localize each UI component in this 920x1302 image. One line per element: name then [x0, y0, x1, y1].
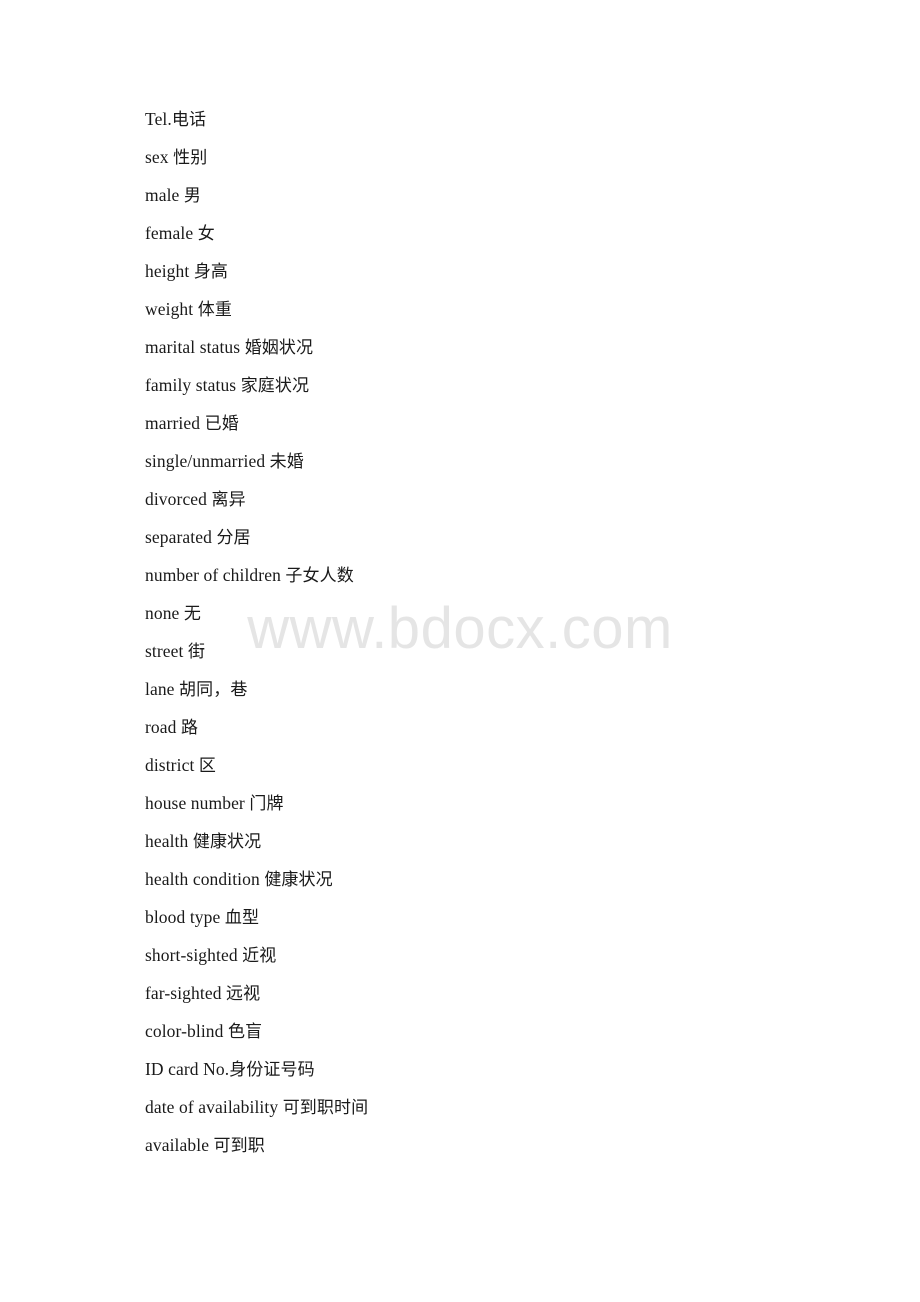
- document-page: www.bdocx.com Tel.电话 sex 性别 male 男 female 女…: [0, 0, 920, 1302]
- term-english: weight: [145, 299, 198, 319]
- term-english: none: [145, 603, 184, 623]
- vocabulary-line: health condition 健康状况: [145, 860, 885, 898]
- term-chinese: 健康状况: [192, 832, 262, 852]
- term-english: height: [145, 261, 194, 281]
- term-chinese: 无: [183, 604, 202, 624]
- term-english: divorced: [145, 489, 212, 509]
- term-chinese: 女: [197, 224, 215, 244]
- term-chinese: 健康状况: [264, 870, 333, 890]
- vocabulary-line: Tel.电话: [145, 100, 885, 138]
- term-english: district: [145, 755, 199, 775]
- term-chinese: 街: [187, 642, 206, 662]
- term-english: street: [145, 641, 188, 661]
- vocabulary-line: road 路: [145, 708, 885, 746]
- vocabulary-line: color-blind 色盲: [145, 1012, 885, 1050]
- term-chinese: 路: [180, 718, 199, 738]
- term-english: single/unmarried: [145, 451, 270, 471]
- term-chinese: 已婚: [204, 414, 239, 434]
- vocabulary-list: Tel.电话 sex 性别 male 男 female 女 height 身高 weigh…: [145, 100, 885, 1164]
- vocabulary-line: short-sighted 近视: [145, 936, 885, 974]
- term-english: date of availability: [145, 1097, 283, 1117]
- term-english: house number: [145, 793, 250, 813]
- term-english: road: [145, 717, 181, 737]
- term-chinese: 身高: [193, 262, 229, 282]
- term-english: lane: [145, 679, 180, 699]
- term-chinese: 色盲: [227, 1022, 263, 1042]
- term-english: blood type: [145, 907, 225, 927]
- term-english: sex: [145, 147, 174, 167]
- vocabulary-line: marital status 婚姻状况: [145, 328, 885, 366]
- term-chinese: 家庭状况: [240, 376, 310, 396]
- vocabulary-line: family status 家庭状况: [145, 366, 885, 404]
- term-chinese: 分居: [216, 528, 251, 548]
- vocabulary-line: health 健康状况: [145, 822, 885, 860]
- term-chinese: 体重: [197, 300, 232, 320]
- term-english: number of children: [145, 565, 286, 585]
- term-english: color-blind: [145, 1021, 228, 1041]
- term-chinese: 婚姻状况: [244, 338, 314, 358]
- vocabulary-line: divorced 离异: [145, 480, 885, 518]
- vocabulary-line: district 区: [145, 746, 885, 784]
- vocabulary-line: ID card No.身份证号码: [145, 1050, 885, 1088]
- term-chinese: 子女人数: [285, 566, 354, 586]
- vocabulary-line: blood type 血型: [145, 898, 885, 936]
- term-english: health: [145, 831, 193, 851]
- vocabulary-line: sex 性别: [145, 138, 885, 176]
- term-chinese: 未婚: [269, 452, 304, 472]
- vocabulary-line: street 街: [145, 632, 885, 670]
- term-english: female: [145, 223, 198, 243]
- vocabulary-line: lane 胡同，巷: [145, 670, 885, 708]
- term-english: male: [145, 185, 184, 205]
- term-chinese: 血型: [224, 908, 260, 928]
- term-chinese: 离异: [211, 490, 246, 510]
- vocabulary-line: house number 门牌: [145, 784, 885, 822]
- vocabulary-line: female 女: [145, 214, 885, 252]
- term-english: far-sighted: [145, 983, 227, 1003]
- term-chinese: 可到职时间: [282, 1098, 369, 1118]
- term-english: short-sighted: [145, 945, 243, 965]
- term-chinese: 性别: [173, 148, 208, 168]
- vocabulary-line: none 无: [145, 594, 885, 632]
- vocabulary-line: available 可到职: [145, 1126, 885, 1164]
- term-english: available: [145, 1135, 214, 1155]
- term-chinese: 远视: [226, 984, 261, 1004]
- vocabulary-line: date of availability 可到职时间: [145, 1088, 885, 1126]
- term-chinese: 可到职: [213, 1136, 265, 1156]
- term-chinese: 门牌: [249, 794, 284, 814]
- term-english: ID card No.: [145, 1059, 230, 1079]
- term-chinese: 区: [198, 756, 216, 776]
- vocabulary-line: number of children 子女人数: [145, 556, 885, 594]
- term-chinese: 电话: [171, 110, 207, 130]
- term-english: married: [145, 413, 205, 433]
- vocabulary-line: weight 体重: [145, 290, 885, 328]
- vocabulary-line: single/unmarried 未婚: [145, 442, 885, 480]
- vocabulary-line: height 身高: [145, 252, 885, 290]
- term-chinese: 近视: [242, 946, 277, 966]
- term-english: separated: [145, 527, 217, 547]
- vocabulary-line: far-sighted 远视: [145, 974, 885, 1012]
- term-chinese: 身份证号码: [229, 1060, 315, 1080]
- vocabulary-line: male 男: [145, 176, 885, 214]
- term-chinese: 男: [183, 186, 201, 206]
- vocabulary-line: separated 分居: [145, 518, 885, 556]
- term-chinese: 胡同，巷: [179, 680, 248, 700]
- term-english: marital status: [145, 337, 245, 357]
- term-english: family status: [145, 375, 241, 395]
- term-english: health condition: [145, 869, 265, 889]
- vocabulary-line: married 已婚: [145, 404, 885, 442]
- term-english: Tel.: [145, 109, 172, 129]
